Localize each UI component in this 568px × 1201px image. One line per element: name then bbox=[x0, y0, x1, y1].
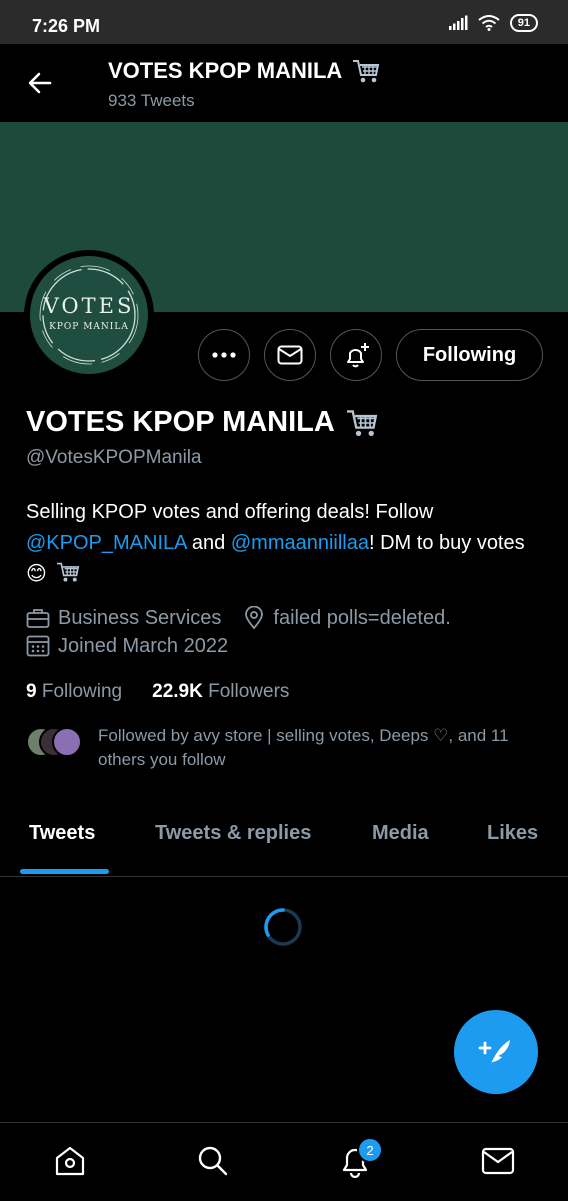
mutual-follower-avatar bbox=[52, 727, 82, 757]
tab-tweets-and-replies[interactable]: Tweets & replies bbox=[155, 822, 311, 845]
shopping-cart-icon bbox=[57, 562, 80, 582]
smiling-emoji-icon: 😊 bbox=[26, 563, 47, 585]
nav-search[interactable] bbox=[195, 1143, 231, 1179]
battery-indicator: 91 bbox=[509, 14, 538, 32]
bio-mention-link[interactable]: @mmaanniillaa bbox=[231, 532, 369, 554]
nav-home[interactable] bbox=[52, 1143, 88, 1179]
bio-mention-link[interactable]: @KPOP_MANILA bbox=[26, 532, 186, 554]
following-button[interactable]: Following bbox=[396, 329, 543, 381]
avatar-text-kpop-manila: KPOP MANILA bbox=[49, 322, 129, 332]
following-count-label: Following bbox=[41, 681, 123, 702]
nav-messages[interactable] bbox=[480, 1143, 516, 1179]
mutual-followers-avatars[interactable] bbox=[26, 727, 82, 757]
status-bar: 7:26 PM 91 bbox=[0, 0, 568, 44]
status-icons: 91 bbox=[448, 14, 538, 32]
profile-joined-row: Joined March 2022 bbox=[26, 634, 228, 658]
status-time: 7:26 PM bbox=[32, 16, 101, 36]
followers-count-link[interactable]: 22.9K Followers bbox=[152, 681, 289, 703]
followers-count: 22.9K bbox=[152, 681, 203, 702]
avatar[interactable]: VOTES KPOP MANILA bbox=[30, 256, 148, 374]
followed-by-text[interactable]: Followed by avy store | selling votes, D… bbox=[98, 724, 538, 772]
envelope-icon bbox=[277, 345, 303, 365]
tab-tweets[interactable]: Tweets bbox=[29, 822, 95, 845]
profile-tabs: Tweets Tweets & replies Media Likes bbox=[0, 812, 568, 877]
shopping-cart-icon bbox=[346, 409, 378, 436]
following-count: 9 bbox=[26, 681, 37, 702]
notification-subscribe-button[interactable] bbox=[330, 329, 382, 381]
more-dots-icon bbox=[212, 352, 236, 358]
envelope-icon bbox=[481, 1147, 515, 1175]
profile-location: failed polls=deleted. bbox=[273, 606, 451, 629]
back-arrow-icon[interactable] bbox=[26, 69, 54, 97]
following-count-link[interactable]: 9 Following bbox=[26, 681, 122, 703]
bio-text: Selling KPOP votes and offering deals! F… bbox=[26, 501, 434, 523]
profile-handle: @VotesKPOPManila bbox=[26, 447, 202, 468]
search-icon bbox=[198, 1146, 228, 1176]
profile-name-text: VOTES KPOP MANILA bbox=[26, 406, 335, 438]
compose-tweet-button[interactable] bbox=[454, 1010, 538, 1094]
profile-header: VOTES KPOP MANILA 933 Tweets bbox=[0, 44, 568, 122]
message-button[interactable] bbox=[264, 329, 316, 381]
tab-likes[interactable]: Likes bbox=[487, 822, 538, 845]
follow-counts: 9 Following 22.9K Followers bbox=[26, 681, 289, 703]
profile-joined-date: Joined March 2022 bbox=[58, 634, 229, 657]
bio-text: ! DM to buy votes bbox=[369, 532, 525, 554]
tab-media[interactable]: Media bbox=[372, 822, 429, 845]
more-options-button[interactable] bbox=[198, 329, 250, 381]
calendar-icon bbox=[26, 635, 50, 657]
bio-text: and bbox=[186, 532, 231, 554]
profile-category: Business Services bbox=[58, 606, 222, 629]
briefcase-icon bbox=[26, 609, 50, 628]
profile-name: VOTES KPOP MANILA bbox=[26, 406, 379, 439]
active-tab-indicator bbox=[20, 869, 109, 874]
avatar-text-votes: VOTES bbox=[43, 294, 135, 318]
header-title: VOTES KPOP MANILA bbox=[108, 58, 380, 84]
header-title-text: VOTES KPOP MANILA bbox=[108, 58, 343, 83]
home-icon bbox=[55, 1146, 85, 1176]
bell-plus-icon bbox=[347, 343, 369, 368]
signal-icon bbox=[448, 15, 468, 30]
compose-feather-icon bbox=[478, 1040, 510, 1066]
wifi-icon bbox=[478, 15, 500, 31]
tweet-count: 933 Tweets bbox=[108, 91, 195, 110]
location-pin-icon bbox=[245, 606, 264, 630]
followers-count-label: Followers bbox=[208, 681, 290, 702]
bottom-navigation: 2 bbox=[0, 1122, 568, 1201]
loading-spinner-icon bbox=[264, 908, 302, 946]
shopping-cart-icon bbox=[353, 60, 380, 83]
notification-badge: 2 bbox=[357, 1137, 383, 1163]
profile-bio: Selling KPOP votes and offering deals! F… bbox=[26, 497, 526, 590]
profile-meta-row: Business Services failed polls=deleted. bbox=[26, 606, 451, 630]
